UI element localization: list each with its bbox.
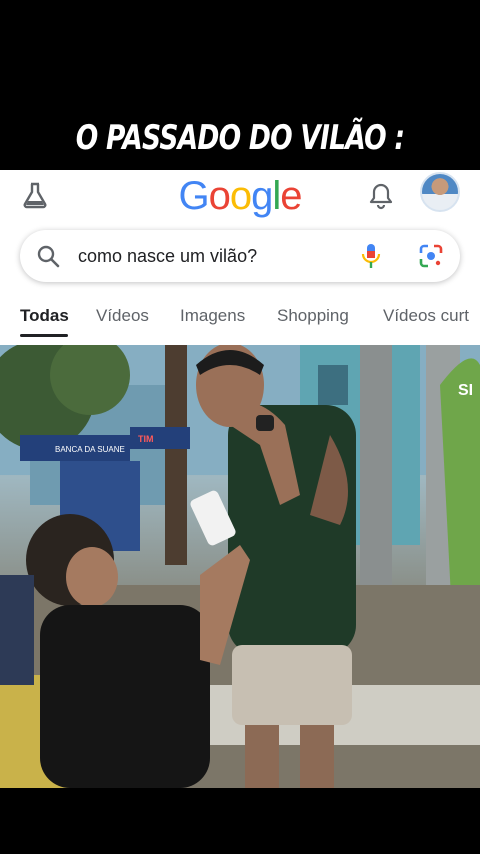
video-caption: O PASSADO DO VILÃO : — [75, 118, 405, 158]
tab-shopping[interactable]: Shopping — [277, 306, 349, 326]
logo-letter: o — [229, 174, 252, 218]
tab-videos-curtos[interactable]: Vídeos curt — [383, 306, 469, 326]
search-icon — [37, 245, 60, 268]
logo-letter: o — [208, 174, 231, 218]
notifications-bell-icon[interactable] — [368, 182, 394, 210]
search-tabs: Todas Vídeos Imagens Shopping Vídeos cur… — [0, 304, 480, 344]
tab-videos[interactable]: Vídeos — [96, 306, 149, 326]
logo-letter: l — [272, 174, 281, 218]
video-frame-photo: BANCA DA SUANE TIM SI — [0, 345, 480, 788]
account-avatar[interactable] — [420, 172, 460, 212]
tab-todas[interactable]: Todas — [20, 306, 69, 326]
logo-letter: e — [280, 174, 302, 218]
kiosk-sign: BANCA DA SUANE — [55, 445, 125, 454]
logo-letter: G — [178, 174, 209, 218]
street-scene-illustration: BANCA DA SUANE TIM SI — [0, 345, 480, 788]
microphone-icon[interactable] — [360, 242, 382, 270]
tim-sign: TIM — [138, 434, 154, 444]
google-lens-icon[interactable] — [418, 243, 444, 269]
logo-letter: g — [251, 174, 273, 218]
tab-imagens[interactable]: Imagens — [180, 306, 245, 326]
google-search-panel: Google como nasce um vilão? Todas Vídeos… — [0, 170, 480, 345]
search-query[interactable]: como nasce um vilão? — [78, 246, 257, 267]
google-logo: Google — [0, 174, 480, 219]
active-tab-indicator — [20, 334, 68, 337]
search-box[interactable]: como nasce um vilão? — [20, 230, 460, 282]
corner-sign: SI — [458, 382, 473, 399]
